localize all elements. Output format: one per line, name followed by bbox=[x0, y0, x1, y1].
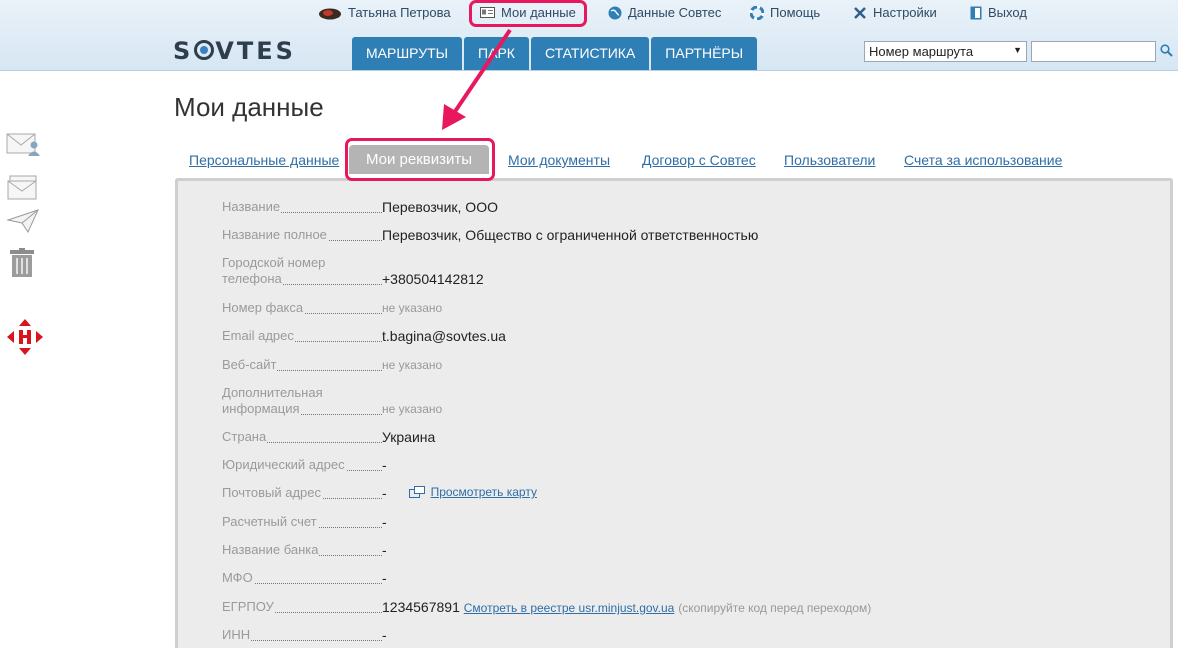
field-value: 1234567891 Смотреть в реестре usr.minjus… bbox=[382, 599, 871, 615]
field-value: не указано bbox=[382, 358, 443, 372]
tab-statistics[interactable]: СТАТИСТИКА bbox=[530, 37, 650, 70]
field-label-text: Веб-сайт bbox=[222, 357, 278, 372]
top-menu: Татьяна Петрова Мои данные Данные Совтес… bbox=[0, 0, 1178, 26]
tab-park[interactable]: ПАРК bbox=[464, 37, 529, 70]
search-input[interactable] bbox=[1031, 41, 1156, 62]
field-label: ИНН bbox=[222, 627, 382, 643]
field-label-text: Почтовый адрес bbox=[222, 485, 322, 500]
field-value: - bbox=[382, 542, 387, 558]
page-title: Мои данные bbox=[174, 92, 324, 122]
field-label: Номер факса bbox=[222, 300, 382, 316]
field-label-text: Название полное bbox=[222, 227, 328, 242]
logo-text-start: S bbox=[173, 37, 194, 65]
field-label-text: Страна bbox=[222, 429, 268, 444]
door-icon bbox=[970, 6, 982, 19]
sovtes-data-link[interactable]: Данные Совтес bbox=[608, 5, 721, 20]
main-tabs: МАРШРУТЫ ПАРК СТАТИСТИКА ПАРТНЁРЫ bbox=[352, 37, 758, 70]
user-menu[interactable]: Татьяна Петрова bbox=[318, 5, 451, 20]
field-label-text: Email адрес bbox=[222, 328, 295, 343]
tab-contract-sovtes[interactable]: Договор с Совтес bbox=[642, 152, 756, 168]
requisites-panel: Название Перевозчик, ООО Название полное… bbox=[175, 178, 1173, 648]
my-data-link[interactable]: Мои данные bbox=[480, 5, 576, 20]
field-label-text: Юридический адрес bbox=[222, 457, 346, 472]
field-value: не указано bbox=[382, 402, 443, 416]
tab-partners[interactable]: ПАРТНЁРЫ bbox=[651, 37, 758, 70]
field-label-text: ЕГРПОУ bbox=[222, 599, 275, 614]
field-value: - Просмотреть карту bbox=[382, 485, 537, 501]
field-value: t.bagina@sovtes.ua bbox=[382, 328, 506, 344]
field-value: - bbox=[382, 457, 387, 473]
registry-link[interactable]: Смотреть в реестре usr.minjust.gov.ua bbox=[464, 601, 675, 615]
field-label: ЕГРПОУ bbox=[222, 599, 382, 615]
help-label: Помощь bbox=[770, 5, 821, 20]
field-value: +380504142812 bbox=[382, 271, 484, 287]
top-bar: Татьяна Петрова Мои данные Данные Совтес… bbox=[0, 0, 1178, 71]
sub-tabs: Персональные данные Мои реквизиты Мои до… bbox=[0, 141, 1178, 181]
field-label-text: ИНН bbox=[222, 627, 252, 642]
field-label: Название банка bbox=[222, 542, 382, 558]
field-label: Email адрес bbox=[222, 328, 382, 344]
field-value: - bbox=[382, 570, 387, 586]
tab-my-documents[interactable]: Мои документы bbox=[508, 152, 610, 168]
tab-personal-data[interactable]: Персональные данные bbox=[189, 152, 339, 168]
tab-usage-invoices[interactable]: Счета за использование bbox=[904, 152, 1062, 168]
search-type-select[interactable]: Номер маршрута ▼ bbox=[864, 41, 1027, 62]
field-label-text: Номер факса bbox=[222, 300, 305, 315]
field-label: Юридический адрес bbox=[222, 457, 382, 473]
field-label-text: Расчетный счет bbox=[222, 514, 318, 529]
field-value: - bbox=[382, 627, 387, 643]
tab-my-requisites[interactable]: Мои реквизиты bbox=[349, 145, 490, 174]
trash-icon[interactable] bbox=[6, 248, 40, 278]
brand-logo-icon[interactable] bbox=[6, 318, 44, 356]
field-value: Перевозчик, ООО bbox=[382, 199, 498, 215]
help-link[interactable]: Помощь bbox=[750, 5, 820, 20]
field-label-text: Дополнительная информация bbox=[222, 385, 323, 416]
field-value-text: 1234567891 bbox=[382, 599, 460, 615]
logo-globe-icon bbox=[194, 40, 215, 60]
field-label-text: Название банка bbox=[222, 542, 320, 557]
field-label: Страна bbox=[222, 429, 382, 445]
field-value: не указано bbox=[382, 301, 443, 315]
lifebuoy-icon bbox=[750, 5, 764, 20]
user-name: Татьяна Петрова bbox=[348, 5, 451, 20]
view-map-label[interactable]: Просмотреть карту bbox=[431, 485, 537, 499]
field-label: Городской номер телефона bbox=[222, 255, 382, 287]
field-label: Расчетный счет bbox=[222, 514, 382, 530]
field-label: Веб-сайт bbox=[222, 357, 382, 373]
field-label-text: МФО bbox=[222, 570, 254, 585]
settings-label: Настройки bbox=[873, 5, 937, 20]
logo-text-end: VTES bbox=[215, 37, 296, 65]
send-plane-icon[interactable] bbox=[6, 208, 40, 234]
field-label: Дополнительная информация bbox=[222, 385, 382, 417]
logout-link[interactable]: Выход bbox=[970, 5, 1027, 20]
map-window-icon bbox=[408, 486, 425, 498]
sovtes-data-label: Данные Совтес bbox=[628, 5, 722, 20]
field-label: Название bbox=[222, 199, 382, 215]
id-card-icon bbox=[480, 7, 495, 18]
field-label: Название полное bbox=[222, 227, 382, 243]
tab-users[interactable]: Пользователи bbox=[784, 152, 875, 168]
my-data-label: Мои данные bbox=[501, 5, 576, 20]
view-map-link[interactable]: Просмотреть карту bbox=[408, 485, 537, 499]
user-avatar-icon bbox=[319, 8, 341, 19]
field-value: Перевозчик, Общество с ограниченной отве… bbox=[382, 227, 759, 243]
field-label-text: Название bbox=[222, 199, 282, 214]
field-label-text: Городской номер телефона bbox=[222, 255, 326, 286]
settings-link[interactable]: Настройки bbox=[853, 5, 937, 20]
logout-label: Выход bbox=[988, 5, 1027, 20]
field-value: Украина bbox=[382, 429, 436, 445]
search-type-value: Номер маршрута bbox=[869, 44, 974, 59]
field-label: МФО bbox=[222, 570, 382, 586]
field-label: Почтовый адрес bbox=[222, 485, 382, 501]
field-value: - bbox=[382, 514, 387, 530]
globe-icon bbox=[608, 6, 622, 19]
field-value-text: - bbox=[382, 485, 387, 501]
registry-note: (скопируйте код перед переходом) bbox=[678, 601, 872, 615]
search-icon[interactable] bbox=[1160, 44, 1173, 57]
tab-routes[interactable]: МАРШРУТЫ bbox=[352, 37, 463, 70]
tools-icon bbox=[854, 6, 866, 19]
dropdown-arrow-icon: ▼ bbox=[1013, 45, 1022, 55]
sovtes-logo[interactable]: S VTES bbox=[173, 37, 296, 65]
